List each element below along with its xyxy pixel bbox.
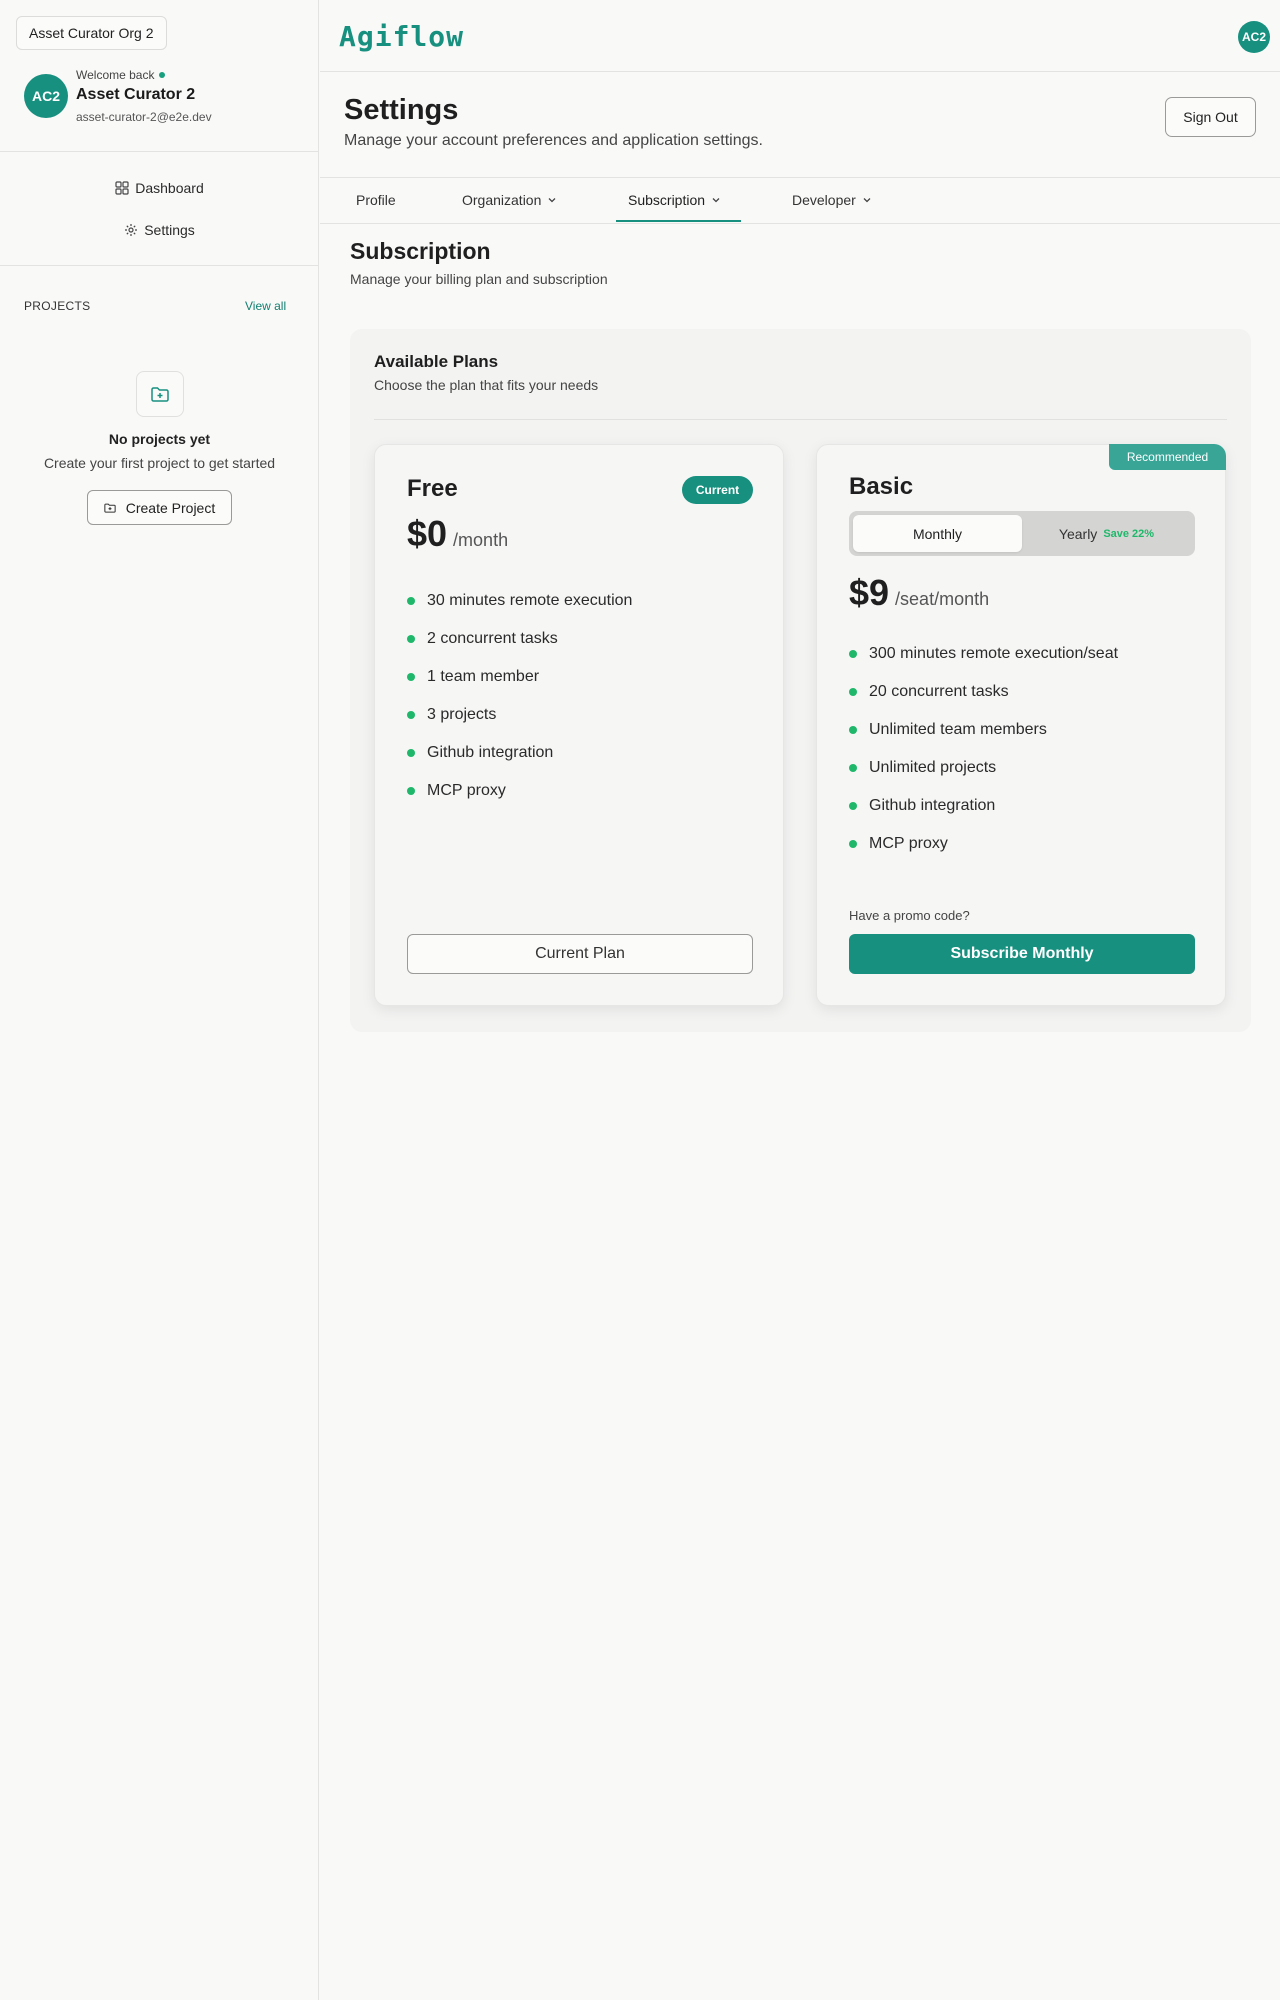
chevron-down-icon: [712, 198, 720, 203]
monthly-option[interactable]: Monthly: [853, 515, 1022, 552]
plan-name: Basic: [849, 473, 914, 500]
view-all-link[interactable]: View all: [245, 299, 286, 313]
user-email: asset-curator-2@e2e.dev: [76, 110, 212, 124]
tab-label: Profile: [356, 192, 396, 208]
plan-card-basic: Recommended Basic Monthly Yearly Save 22…: [816, 444, 1226, 1006]
plan-price: $9 /seat/month: [849, 572, 989, 614]
yearly-option[interactable]: Yearly Save 22%: [1022, 515, 1191, 552]
folder-plus-icon: [104, 503, 116, 513]
gear-icon: [125, 224, 138, 236]
list-item: MCP proxy: [407, 780, 632, 818]
tab-label: Subscription: [628, 192, 706, 208]
tab-label: Organization: [462, 192, 542, 208]
feature-list: 300 minutes remote execution/seat 20 con…: [849, 643, 1118, 871]
online-status-icon: [159, 72, 166, 78]
price-amount: $0: [407, 513, 448, 554]
chevron-down-icon: [548, 198, 556, 203]
price-period: /seat/month: [895, 589, 990, 609]
divider: [0, 151, 319, 152]
divider: [320, 223, 1280, 224]
folder-plus-icon: [136, 371, 184, 417]
price-period: /month: [453, 530, 509, 550]
sidebar-item-dashboard[interactable]: Dashboard: [0, 176, 319, 200]
tab-label: Developer: [792, 192, 856, 208]
create-project-button[interactable]: Create Project: [87, 490, 232, 525]
recommended-badge: Recommended: [1109, 444, 1226, 470]
chevron-down-icon: [863, 198, 871, 203]
grid-icon: [115, 181, 129, 195]
subscribe-button[interactable]: Subscribe Monthly: [849, 934, 1195, 974]
welcome-text: Welcome back: [76, 68, 166, 82]
feature-list: 30 minutes remote execution 2 concurrent…: [407, 590, 632, 818]
tab-organization[interactable]: Organization: [462, 190, 557, 210]
app-logo[interactable]: Agiflow: [339, 20, 464, 53]
list-item: Github integration: [407, 742, 632, 780]
current-plan-button[interactable]: Current Plan: [407, 934, 753, 974]
plans-subtitle: Choose the plan that fits your needs: [374, 377, 599, 393]
user-name: Asset Curator 2: [76, 86, 196, 103]
list-item: MCP proxy: [849, 833, 1118, 871]
save-badge: Save 22%: [1103, 527, 1155, 540]
tab-developer[interactable]: Developer: [792, 190, 872, 210]
list-item: 2 concurrent tasks: [407, 628, 632, 666]
sidebar-item-label: Settings: [144, 222, 195, 238]
divider: [320, 177, 1280, 178]
list-item: 30 minutes remote execution: [407, 590, 632, 628]
plan-card-free: Free Current $0 /month 30 minutes remote…: [374, 444, 784, 1006]
current-badge: Current: [682, 476, 753, 504]
avatar[interactable]: AC2: [1238, 21, 1270, 53]
list-item: Github integration: [849, 795, 1118, 833]
active-tab-indicator: [616, 220, 741, 222]
promo-code-link[interactable]: Have a promo code?: [849, 908, 970, 923]
sidebar-item-settings[interactable]: Settings: [0, 218, 319, 242]
empty-state-subtitle: Create your first project to get started: [43, 455, 276, 471]
page-title: Settings: [344, 94, 459, 126]
projects-heading: PROJECTS: [24, 299, 91, 313]
list-item: 1 team member: [407, 666, 632, 704]
list-item: 20 concurrent tasks: [849, 681, 1118, 719]
divider: [0, 265, 319, 266]
plan-name: Free: [407, 475, 458, 502]
divider: [374, 419, 1227, 420]
avatar[interactable]: AC2: [24, 74, 68, 118]
list-item: Unlimited projects: [849, 757, 1118, 795]
welcome-label: Welcome back: [76, 68, 155, 82]
list-item: Unlimited team members: [849, 719, 1118, 757]
plans-title: Available Plans: [374, 352, 499, 371]
section-subtitle: Manage your billing plan and subscriptio…: [350, 271, 608, 287]
plan-price: $0 /month: [407, 513, 508, 555]
section-title: Subscription: [350, 238, 491, 264]
list-item: 3 projects: [407, 704, 632, 742]
page-subtitle: Manage your account preferences and appl…: [344, 132, 763, 149]
sidebar-item-label: Dashboard: [135, 180, 204, 196]
tab-subscription[interactable]: Subscription: [628, 190, 721, 210]
top-bar: Agiflow AC2: [320, 0, 1280, 72]
tab-profile[interactable]: Profile: [356, 190, 396, 210]
plans-panel: Available Plans Choose the plan that fit…: [350, 329, 1251, 1032]
org-switcher[interactable]: Asset Curator Org 2: [16, 16, 167, 50]
yearly-label: Yearly: [1058, 525, 1098, 542]
sidebar: Asset Curator Org 2 AC2 Welcome back Ass…: [0, 0, 319, 2000]
list-item: 300 minutes remote execution/seat: [849, 643, 1118, 681]
price-amount: $9: [849, 572, 890, 613]
billing-period-toggle: Monthly Yearly Save 22%: [849, 511, 1195, 556]
sign-out-button[interactable]: Sign Out: [1165, 97, 1256, 137]
user-profile: AC2 Welcome back Asset Curator 2 asset-c…: [24, 68, 304, 128]
empty-state-title: No projects yet: [108, 431, 211, 447]
create-project-label: Create Project: [125, 499, 216, 516]
